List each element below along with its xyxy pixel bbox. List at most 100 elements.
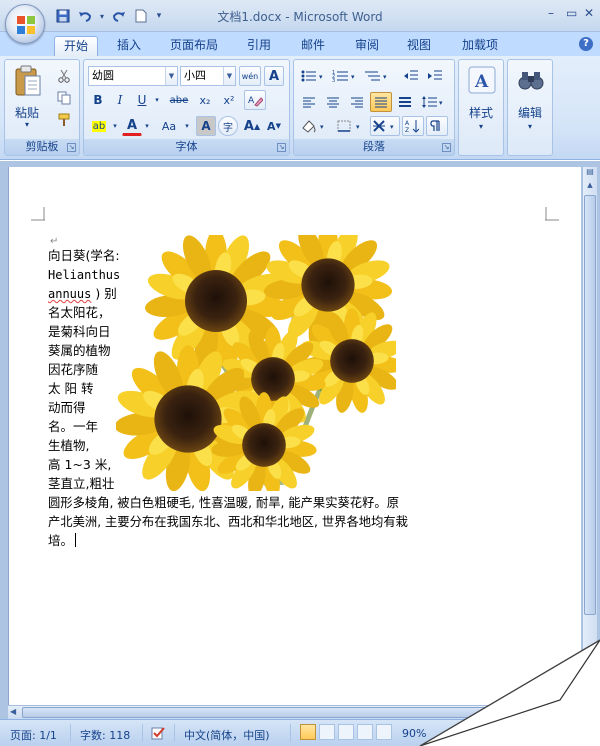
scroll-up-icon[interactable]: ▲ (584, 181, 596, 193)
underline-button[interactable]: U (132, 90, 152, 110)
document-page[interactable]: ↵ 向日葵(学名: Helianthus annuus) 别 名太阳花， 是菊… (8, 167, 581, 713)
scroll-left-icon[interactable]: ◀ (10, 707, 16, 716)
print-layout-view-icon[interactable] (300, 724, 316, 740)
bold-button[interactable]: B (88, 90, 108, 110)
proofing-icon[interactable] (150, 725, 166, 744)
clear-format-button[interactable]: A (244, 90, 266, 110)
office-button[interactable] (5, 4, 45, 44)
tab-home[interactable]: 开始 (54, 36, 98, 56)
shading-button[interactable]: ▾ (298, 116, 330, 136)
font-color-button[interactable]: A (122, 116, 142, 136)
numbering-button[interactable]: 1 2 3 ▾ (330, 66, 360, 86)
char-border-button[interactable]: A (264, 66, 284, 86)
font-group-label: 字体 (84, 139, 289, 155)
minimize-button[interactable]: – (548, 6, 554, 20)
paste-dropdown-icon[interactable]: ▾ (9, 120, 45, 129)
sort-button[interactable]: AZ (402, 116, 424, 136)
borders-button[interactable]: ▾ (334, 116, 366, 136)
outline-view-icon[interactable] (357, 724, 373, 740)
ruler-toggle-icon[interactable]: ▤ (584, 167, 596, 179)
highlight-button[interactable]: ab (88, 116, 110, 136)
font-group: 幼圆 ▼ 小四 ▼ wén A B I U ▾ abe x₂ x² A ab ▾… (83, 59, 290, 156)
line-spacing-button[interactable]: ▾ (418, 92, 448, 112)
align-center-button[interactable] (322, 92, 344, 112)
close-button[interactable]: ✕ (584, 6, 594, 20)
grow-font-button[interactable]: A ▲ (242, 116, 262, 136)
chevron-down-icon[interactable]: ▼ (223, 67, 235, 85)
svg-text:▾: ▾ (319, 73, 323, 81)
tab-references[interactable]: 引用 (238, 36, 280, 56)
cut-icon[interactable] (55, 66, 73, 86)
draft-view-icon[interactable] (376, 724, 392, 740)
enclose-char-button[interactable]: 字 (218, 116, 238, 136)
underline-dropdown-icon[interactable]: ▾ (152, 90, 162, 110)
zoom-level[interactable]: 90% (402, 727, 426, 740)
font-size-combo[interactable]: 小四 ▼ (180, 66, 236, 86)
show-marks-button[interactable] (426, 116, 448, 136)
reading-view-icon[interactable] (319, 724, 335, 740)
borders-icon: ▾ (337, 120, 360, 132)
increase-indent-button[interactable] (424, 66, 446, 86)
shading-icon: ▾ (302, 120, 324, 133)
font-launcher-icon[interactable]: ↘ (277, 143, 286, 152)
align-center-icon (327, 97, 339, 108)
doc-line-7: 因花序随 (48, 362, 99, 377)
editing-dropdown-icon[interactable]: ▾ (508, 122, 552, 131)
web-layout-view-icon[interactable] (338, 724, 354, 740)
tab-insert[interactable]: 插入 (108, 36, 150, 56)
align-right-button[interactable] (346, 92, 368, 112)
styles-dropdown-icon[interactable]: ▾ (459, 122, 503, 131)
font-name-combo[interactable]: 幼圆 ▼ (88, 66, 178, 86)
editing-group[interactable]: 编辑 ▾ (507, 59, 553, 156)
chinese-layout-button[interactable]: ▾ (370, 116, 400, 136)
distributed-icon (399, 97, 411, 107)
help-icon[interactable]: ? (579, 37, 593, 51)
font-color-dropdown-icon[interactable]: ▾ (142, 116, 152, 136)
chevron-down-icon[interactable]: ▼ (165, 67, 177, 85)
doc-line-5: 是菊科向日 (48, 324, 111, 339)
styles-group[interactable]: A 样式 ▾ (458, 59, 504, 156)
paragraph-launcher-icon[interactable]: ↘ (442, 143, 451, 152)
highlight-label: ab (91, 120, 107, 132)
restore-button[interactable]: ▭ (566, 6, 577, 20)
justify-button[interactable] (370, 92, 392, 112)
phonetic-guide-button[interactable]: wén (239, 66, 261, 86)
char-shading-button[interactable]: A (196, 116, 216, 136)
superscript-button[interactable]: x² (218, 90, 240, 110)
decrease-indent-button[interactable] (400, 66, 422, 86)
word-count[interactable]: 字数: 118 (80, 727, 130, 743)
distributed-button[interactable] (394, 92, 416, 112)
language-indicator[interactable]: 中文(简体，中国) (184, 727, 270, 743)
multilevel-list-button[interactable]: ▾ (362, 66, 392, 86)
copy-icon[interactable] (55, 88, 73, 108)
bullets-button[interactable]: ▾ (298, 66, 328, 86)
paste-icon[interactable] (13, 64, 43, 98)
highlight-dropdown-icon[interactable]: ▾ (110, 116, 120, 136)
align-right-icon (351, 97, 363, 108)
italic-button[interactable]: I (110, 90, 130, 110)
align-left-button[interactable] (298, 92, 320, 112)
svg-text:▾: ▾ (320, 123, 324, 131)
subscript-button[interactable]: x₂ (194, 90, 216, 110)
horizontal-scroll-thumb[interactable] (22, 707, 542, 718)
tab-page-layout[interactable]: 页面布局 (164, 36, 224, 56)
tab-addins[interactable]: 加载项 (452, 36, 508, 56)
horizontal-scrollbar[interactable]: ◀ (8, 705, 578, 719)
tab-mailings[interactable]: 邮件 (292, 36, 334, 56)
page-count[interactable]: 页面: 1/1 (10, 727, 57, 743)
format-painter-icon[interactable] (55, 110, 73, 130)
tab-review[interactable]: 审阅 (346, 36, 388, 56)
vertical-scrollbar[interactable]: ▤ ▲ (582, 167, 597, 713)
shrink-font-button[interactable]: A ▼ (264, 116, 284, 136)
doc-line-4: 名太阳花， (48, 305, 111, 320)
clear-format-icon: A (248, 96, 263, 107)
vertical-scroll-thumb[interactable] (584, 195, 596, 615)
change-case-button[interactable]: Aa (156, 116, 182, 136)
strikethrough-button[interactable]: abe (166, 90, 192, 110)
clipboard-launcher-icon[interactable]: ↘ (67, 143, 76, 152)
sunflower-image[interactable] (116, 235, 396, 491)
ribbon-tabs: 开始 插入 页面布局 引用 邮件 审阅 视图 加载项 (0, 32, 600, 56)
paste-label[interactable]: 粘贴 (9, 104, 45, 121)
tab-view[interactable]: 视图 (398, 36, 440, 56)
change-case-dropdown-icon[interactable]: ▾ (182, 116, 192, 136)
